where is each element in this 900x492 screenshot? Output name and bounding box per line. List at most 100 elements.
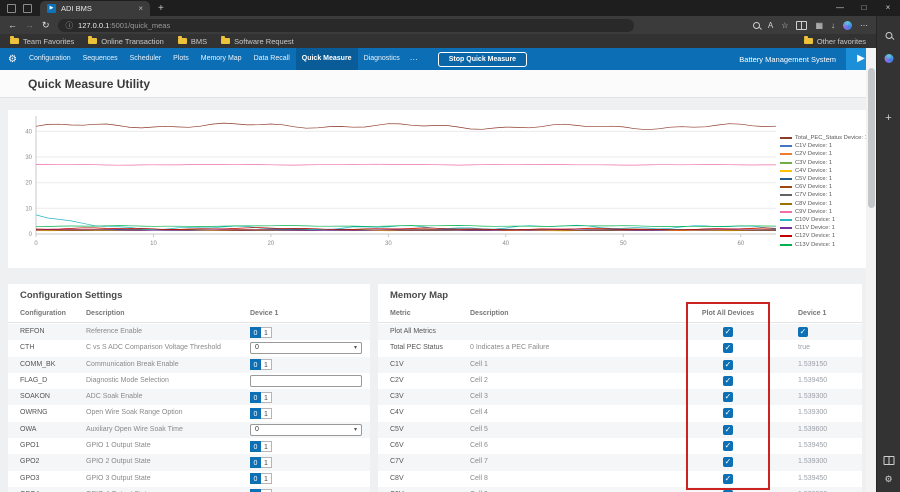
nav-item-quick-measure[interactable]: Quick Measure bbox=[296, 48, 358, 70]
sidebar-search-icon[interactable] bbox=[885, 32, 892, 39]
legend-item[interactable]: C10V Device: 1 bbox=[780, 216, 868, 224]
toggle-option-1[interactable]: 1 bbox=[261, 359, 272, 370]
toggle-option-1[interactable]: 1 bbox=[261, 441, 272, 452]
back-button[interactable]: ← bbox=[8, 20, 17, 30]
svg-text:20: 20 bbox=[268, 241, 275, 247]
table-row: CTHC vs S ADC Comparison Voltage Thresho… bbox=[8, 340, 370, 356]
toggle-option-0[interactable]: 0 bbox=[250, 441, 261, 452]
scrollbar-thumb[interactable] bbox=[868, 68, 875, 208]
binary-toggle[interactable]: 01 bbox=[250, 473, 272, 484]
legend-item[interactable]: C3V Device: 1 bbox=[780, 159, 868, 167]
legend-item[interactable]: C6V Device: 1 bbox=[780, 183, 868, 191]
config-input[interactable] bbox=[250, 375, 362, 387]
tab-close-icon[interactable]: × bbox=[138, 4, 143, 13]
favorites-star-icon[interactable]: ☆ bbox=[781, 21, 788, 30]
nav-item-plots[interactable]: Plots bbox=[167, 48, 195, 70]
favorite-item[interactable]: Online Transaction bbox=[88, 37, 164, 46]
browser-tab[interactable]: ▶ ADI BMS × bbox=[40, 1, 150, 16]
config-name: GPO1 bbox=[20, 438, 39, 454]
device1-value: 1.539300 bbox=[798, 389, 827, 405]
toggle-option-0[interactable]: 0 bbox=[250, 327, 261, 338]
sidebar-settings-icon[interactable]: ⚙ bbox=[884, 474, 892, 485]
favorites-list: Team Favorites Online Transaction BMS Softw… bbox=[10, 37, 294, 46]
nav-item-sequences[interactable]: Sequences bbox=[77, 48, 124, 70]
legend-item[interactable]: C2V Device: 1 bbox=[780, 150, 868, 158]
toggle-option-0[interactable]: 0 bbox=[250, 359, 261, 370]
toggle-option-0[interactable]: 0 bbox=[250, 392, 261, 403]
binary-toggle[interactable]: 01 bbox=[250, 408, 272, 419]
line-chart[interactable]: 0102030400102030405060 bbox=[8, 110, 868, 268]
sidebar-copilot-icon[interactable] bbox=[884, 54, 893, 63]
config-select[interactable]: 0▾ bbox=[250, 424, 362, 436]
tab-layout-icon[interactable] bbox=[7, 4, 16, 13]
svg-text:10: 10 bbox=[150, 241, 157, 247]
tab-title: ADI BMS bbox=[61, 4, 130, 13]
copilot-icon[interactable] bbox=[843, 21, 852, 30]
nav-item-scheduler[interactable]: Scheduler bbox=[124, 48, 168, 70]
new-tab-button[interactable]: + bbox=[158, 3, 164, 14]
section-title-memory-map: Memory Map bbox=[390, 290, 448, 301]
legend-item[interactable]: C7V Device: 1 bbox=[780, 191, 868, 199]
more-menu-icon[interactable]: ⋯ bbox=[860, 21, 868, 30]
nav-item-configuration[interactable]: Configuration bbox=[23, 48, 77, 70]
toggle-option-1[interactable]: 1 bbox=[261, 408, 272, 419]
search-icon[interactable] bbox=[753, 22, 760, 29]
toggle-option-1[interactable]: 1 bbox=[261, 392, 272, 403]
legend-item[interactable]: C5V Device: 1 bbox=[780, 175, 868, 183]
nav-item-diagnostics[interactable]: Diagnostics bbox=[358, 48, 406, 70]
binary-toggle[interactable]: 01 bbox=[250, 441, 272, 452]
chart-panel: 0102030400102030405060 Total_PEC_Status … bbox=[8, 110, 868, 268]
legend-item[interactable]: C9V Device: 1 bbox=[780, 208, 868, 216]
sidebar-screenshot-icon[interactable] bbox=[883, 456, 894, 465]
favorite-item[interactable]: Software Request bbox=[221, 37, 294, 46]
toggle-option-1[interactable]: 1 bbox=[261, 327, 272, 338]
nav-item-data-recall[interactable]: Data Recall bbox=[248, 48, 296, 70]
stop-quick-measure-button[interactable]: Stop Quick Measure bbox=[438, 52, 527, 67]
favorite-item[interactable]: BMS bbox=[178, 37, 207, 46]
binary-toggle[interactable]: 01 bbox=[250, 457, 272, 468]
minimize-button[interactable]: — bbox=[828, 0, 852, 16]
split-screen-icon[interactable] bbox=[796, 21, 807, 30]
downloads-icon[interactable]: ↓ bbox=[831, 21, 835, 30]
read-aloud-icon[interactable]: A bbox=[768, 21, 773, 30]
toggle-option-0[interactable]: 0 bbox=[250, 473, 261, 484]
other-favorites[interactable]: Other favorites bbox=[804, 37, 866, 46]
checkbox-checked[interactable]: ✓ bbox=[798, 327, 808, 337]
refresh-button[interactable]: ↻ bbox=[42, 20, 50, 31]
legend-item[interactable]: C4V Device: 1 bbox=[780, 167, 868, 175]
legend-item[interactable]: C1V Device: 1 bbox=[780, 142, 868, 150]
legend-item[interactable]: Total_PEC_Status Device: 1 bbox=[780, 134, 868, 142]
nav-overflow-icon[interactable]: ⋯ bbox=[406, 55, 422, 64]
maximize-button[interactable]: □ bbox=[852, 0, 876, 16]
collections-icon[interactable]: ▦ bbox=[815, 21, 823, 30]
binary-toggle[interactable]: 01 bbox=[250, 359, 272, 370]
toggle-option-0[interactable]: 0 bbox=[250, 457, 261, 468]
address-bar[interactable]: ⓘ 127.0.0.1 :5001/quick_meas bbox=[58, 19, 634, 32]
metric-name: Plot All Metrics bbox=[390, 324, 436, 340]
binary-toggle[interactable]: 01 bbox=[250, 327, 272, 338]
legend-label: C13V Device: 1 bbox=[795, 242, 835, 248]
legend-item[interactable]: C12V Device: 1 bbox=[780, 232, 868, 240]
site-info-icon[interactable]: ⓘ bbox=[66, 20, 74, 31]
metric-name: C5V bbox=[390, 422, 404, 438]
device1-value: 1.539300 bbox=[798, 454, 827, 470]
close-button[interactable]: × bbox=[876, 0, 900, 16]
favorites-bar: Team Favorites Online Transaction BMS Softw… bbox=[0, 34, 876, 48]
page-scrollbar[interactable] bbox=[866, 48, 876, 492]
config-select[interactable]: 0▾ bbox=[250, 342, 362, 354]
sidebar-add-icon[interactable]: + bbox=[885, 112, 891, 124]
binary-toggle[interactable]: 01 bbox=[250, 392, 272, 403]
workspaces-icon[interactable] bbox=[23, 4, 32, 13]
toggle-option-1[interactable]: 1 bbox=[261, 473, 272, 484]
forward-button[interactable]: → bbox=[25, 20, 34, 30]
legend-item[interactable]: C11V Device: 1 bbox=[780, 224, 868, 232]
toggle-option-0[interactable]: 0 bbox=[250, 408, 261, 419]
config-description: GPIO 1 Output State bbox=[86, 438, 151, 454]
legend-item[interactable]: C13V Device: 1 bbox=[780, 240, 868, 248]
settings-gear-icon[interactable]: ⚙ bbox=[8, 54, 17, 65]
toggle-option-1[interactable]: 1 bbox=[261, 457, 272, 468]
device1-value: 1.539150 bbox=[798, 357, 827, 373]
legend-item[interactable]: C8V Device: 1 bbox=[780, 200, 868, 208]
nav-item-memory-map[interactable]: Memory Map bbox=[195, 48, 248, 70]
favorite-item[interactable]: Team Favorites bbox=[10, 37, 74, 46]
